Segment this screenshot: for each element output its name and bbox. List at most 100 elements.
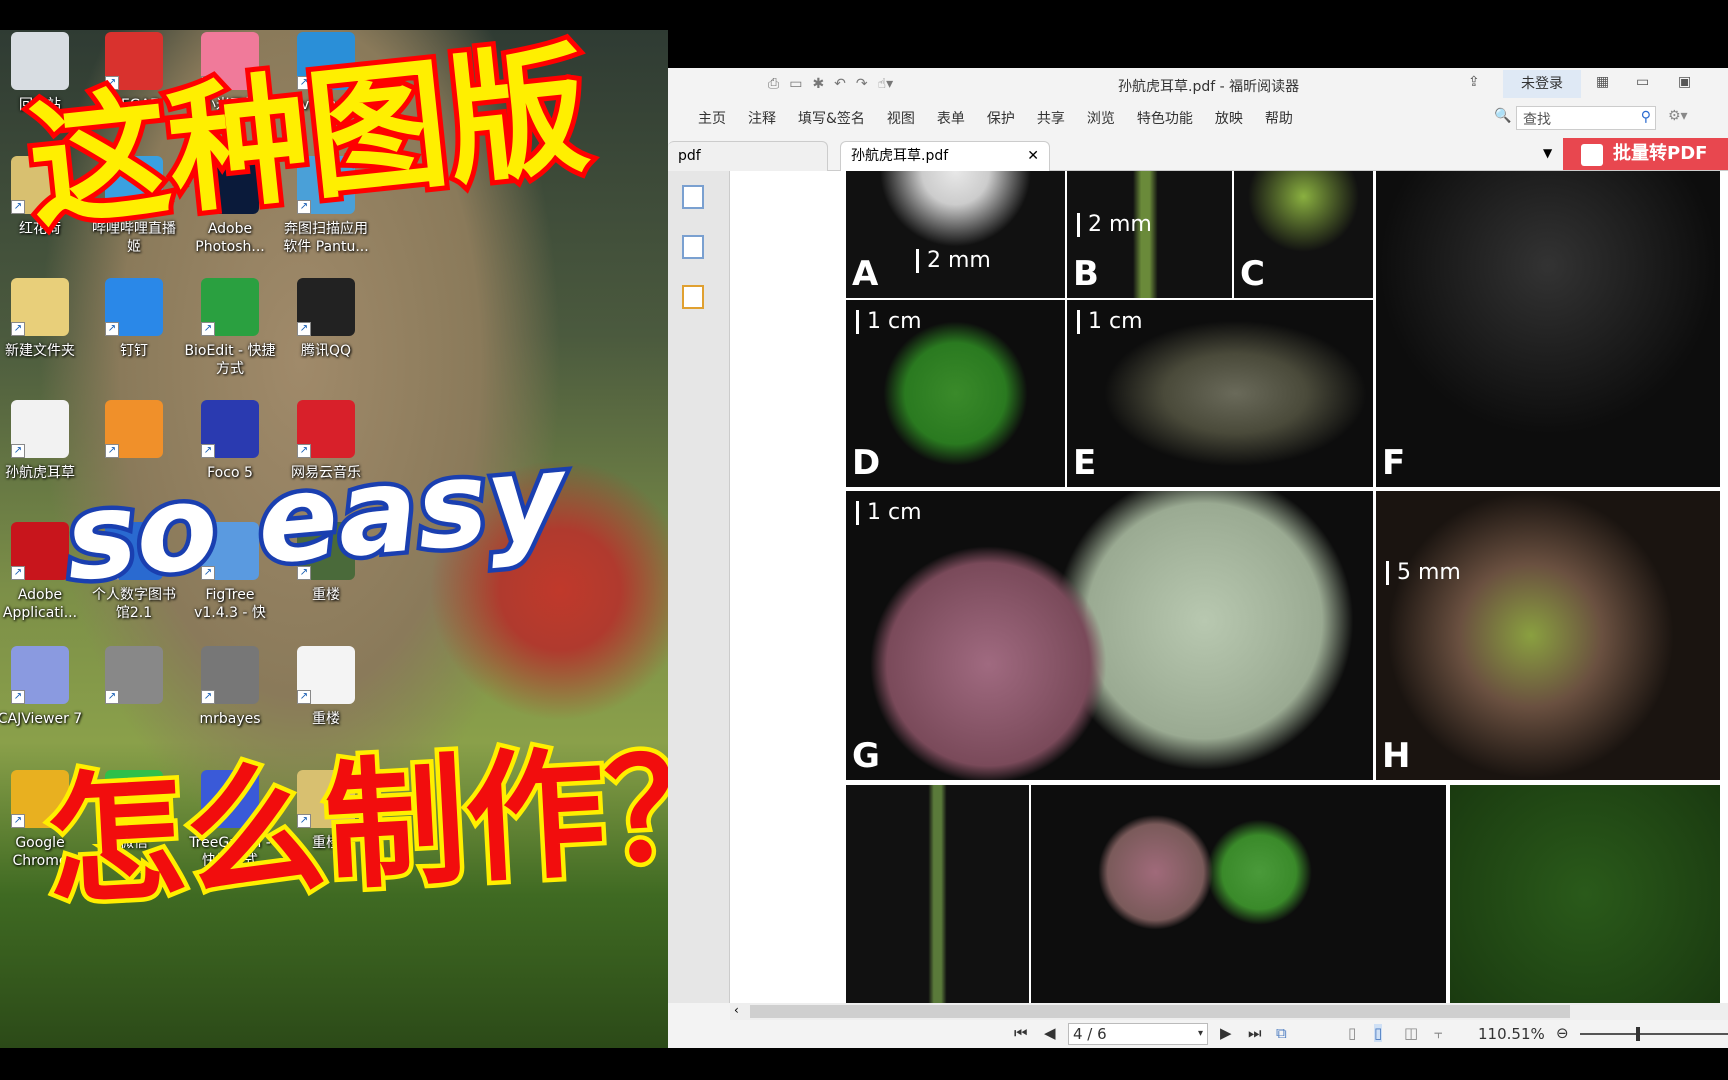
app-icon: ↗ xyxy=(297,278,355,336)
pages-icon[interactable] xyxy=(682,185,704,209)
print-icon[interactable]: ⎙ xyxy=(768,76,779,92)
overlay-title-line3: 怎么制作？ xyxy=(37,721,754,929)
foxit-reader-window: ⎙ ▭ ✱ ↶ ↷ ☝▾ 孙航虎耳草.pdf - 福昕阅读器 ⇪ 未登录 ▦ ▭ ▣ 主页… xyxy=(668,68,1728,1048)
document-icon xyxy=(1581,144,1603,166)
figure-plate: 2 mm A 2 mm B C 1 cm D 1 cm E F 1 cm G 5 mm H xyxy=(846,171,1720,1003)
panel-label: G xyxy=(852,736,880,776)
menu-item[interactable]: 保护 xyxy=(987,108,1015,128)
panel-label: B xyxy=(1073,254,1099,294)
zoom-level[interactable]: 110.51% xyxy=(1478,1025,1545,1043)
panel-label: D xyxy=(852,443,881,483)
app-icon: ↗ xyxy=(11,522,69,580)
zoom-out-icon[interactable]: ⊖ xyxy=(1556,1024,1569,1042)
menu-item[interactable]: 共享 xyxy=(1037,108,1065,128)
figure-panel: 1 cm D xyxy=(846,300,1065,487)
search-input[interactable]: 查找 ⚲ xyxy=(1516,106,1656,130)
tab-pdf[interactable]: pdf xyxy=(668,141,828,171)
app-icon: ↗ xyxy=(201,400,259,458)
figure-panel: 1 cm E xyxy=(1067,300,1373,487)
figure-panel: 1 cm G xyxy=(846,491,1373,780)
document-tabs: pdf 孙航虎耳草.pdf ✕ ▼ 批量转PDF xyxy=(668,136,1728,171)
next-page-icon[interactable]: ▶ xyxy=(1220,1024,1232,1042)
desktop-icon-label: BioEdit - 快捷方式 xyxy=(184,343,276,377)
desktop-icon[interactable]: ↗ 新建文件夹 xyxy=(0,278,88,360)
shortcut-arrow-icon: ↗ xyxy=(11,444,25,458)
menu-item[interactable]: 填写&签名 xyxy=(798,108,865,128)
search-icon[interactable]: ⚲ xyxy=(1641,109,1651,125)
tab-active-document[interactable]: 孙航虎耳草.pdf ✕ xyxy=(840,141,1050,171)
desktop-icon[interactable]: ↗ CAJViewer 7 xyxy=(0,646,88,728)
shortcut-arrow-icon: ↗ xyxy=(11,322,25,336)
hand-tool-icon[interactable]: ☝▾ xyxy=(878,76,894,92)
continuous-page-icon[interactable]: ▯ xyxy=(1374,1024,1383,1042)
navigation-panel xyxy=(668,171,730,1003)
panel-label: E xyxy=(1073,443,1097,483)
desktop-icon[interactable]: ↗ xyxy=(86,400,182,464)
shortcut-arrow-icon: ↗ xyxy=(11,690,25,704)
single-page-icon[interactable]: ▯ xyxy=(1348,1024,1356,1042)
menu-item[interactable]: 表单 xyxy=(937,108,965,128)
menu-item[interactable]: 浏览 xyxy=(1087,108,1115,128)
shortcut-arrow-icon: ↗ xyxy=(105,690,119,704)
facing-page-icon[interactable]: ◫ xyxy=(1404,1024,1418,1042)
menu-item[interactable]: 主页 xyxy=(698,108,726,128)
figure-panel xyxy=(846,785,1029,1003)
page-number-input[interactable]: 4 / 6 ▾ xyxy=(1068,1023,1208,1045)
close-tab-icon[interactable]: ✕ xyxy=(1027,142,1039,170)
figure-panel: C xyxy=(1234,171,1373,298)
layers-icon[interactable] xyxy=(682,235,704,259)
desktop-icon[interactable]: ↗ BioEdit - 快捷方式 xyxy=(182,278,278,378)
minimize-button[interactable]: ▭ xyxy=(1636,74,1649,90)
document-page-view[interactable]: 2 mm A 2 mm B C 1 cm D 1 cm E F 1 cm G 5 mm H xyxy=(730,171,1728,1003)
app-icon: ↗ xyxy=(297,646,355,704)
layout-icon[interactable]: ▦ xyxy=(1596,74,1609,90)
scroll-left-icon[interactable]: ‹ xyxy=(734,1003,739,1017)
batch-convert-pdf-button[interactable]: 批量转PDF xyxy=(1563,138,1728,170)
continuous-view-icon[interactable]: ⧉ xyxy=(1276,1024,1287,1042)
menu-item[interactable]: 注释 xyxy=(748,108,776,128)
desktop-icon-label: 重楼 xyxy=(312,587,340,603)
shortcut-arrow-icon: ↗ xyxy=(11,814,25,828)
menu-item[interactable]: 视图 xyxy=(887,108,915,128)
zoom-slider[interactable] xyxy=(1580,1027,1728,1041)
shortcut-arrow-icon: ↗ xyxy=(105,444,119,458)
scale-bar: 2 mm xyxy=(916,249,991,273)
app-icon: ↗ xyxy=(11,278,69,336)
settings-icon[interactable]: ⚙▾ xyxy=(1668,108,1688,124)
zoom-slider-handle[interactable] xyxy=(1636,1027,1640,1041)
first-page-icon[interactable]: ⏮ xyxy=(1014,1024,1028,1042)
status-bar: ⏮ ◀ 4 / 6 ▾ ▶ ⏭ ⧉ ▯ ▯ ◫ ⫟ 110.51% ⊖ xyxy=(668,1020,1728,1048)
undo-icon[interactable]: ↶ xyxy=(834,76,846,92)
desktop-icon-label: CAJViewer 7 xyxy=(0,711,83,727)
shortcut-arrow-icon: ↗ xyxy=(201,690,215,704)
horizontal-scrollbar[interactable]: ‹ xyxy=(730,1003,1728,1020)
desktop-icon[interactable]: ↗ xyxy=(86,646,182,710)
maximize-button[interactable]: ▣ xyxy=(1678,74,1691,90)
menu-item[interactable]: 放映 xyxy=(1215,108,1243,128)
comments-icon[interactable] xyxy=(682,285,704,309)
menu-item[interactable]: 帮助 xyxy=(1265,108,1293,128)
save-icon[interactable]: ▭ xyxy=(789,76,802,92)
figure-panel: 2 mm A xyxy=(846,171,1065,298)
desktop-icon[interactable]: ↗ 钉钉 xyxy=(86,278,182,360)
redo-icon[interactable]: ↷ xyxy=(856,76,868,92)
scale-bar: 5 mm xyxy=(1386,561,1461,585)
convert-label: 批量转PDF xyxy=(1613,143,1708,164)
app-icon: ↗ xyxy=(105,646,163,704)
scale-bar: 1 cm xyxy=(856,310,922,334)
tab-list-dropdown[interactable]: ▼ xyxy=(1543,146,1552,160)
desktop-icon[interactable]: ↗ 腾讯QQ xyxy=(278,278,374,360)
scale-bar: 2 mm xyxy=(1077,213,1152,237)
login-button[interactable]: 未登录 xyxy=(1503,70,1581,98)
split-icon[interactable]: ⫟ xyxy=(1434,1024,1443,1042)
menu-item[interactable]: 特色功能 xyxy=(1137,108,1193,128)
title-bar: ⎙ ▭ ✱ ↶ ↷ ☝▾ 孙航虎耳草.pdf - 福昕阅读器 ⇪ 未登录 ▦ ▭ ▣ xyxy=(668,68,1728,100)
prev-page-icon[interactable]: ◀ xyxy=(1044,1024,1056,1042)
last-page-icon[interactable]: ⏭ xyxy=(1248,1024,1262,1042)
new-icon[interactable]: ✱ xyxy=(812,76,824,92)
panel-label: C xyxy=(1240,254,1265,294)
shortcut-arrow-icon: ↗ xyxy=(11,566,25,580)
scrollbar-thumb[interactable] xyxy=(750,1005,1570,1018)
share-icon[interactable]: ⇪ xyxy=(1468,74,1480,90)
desktop-icon[interactable]: ↗ mrbayes xyxy=(182,646,278,728)
